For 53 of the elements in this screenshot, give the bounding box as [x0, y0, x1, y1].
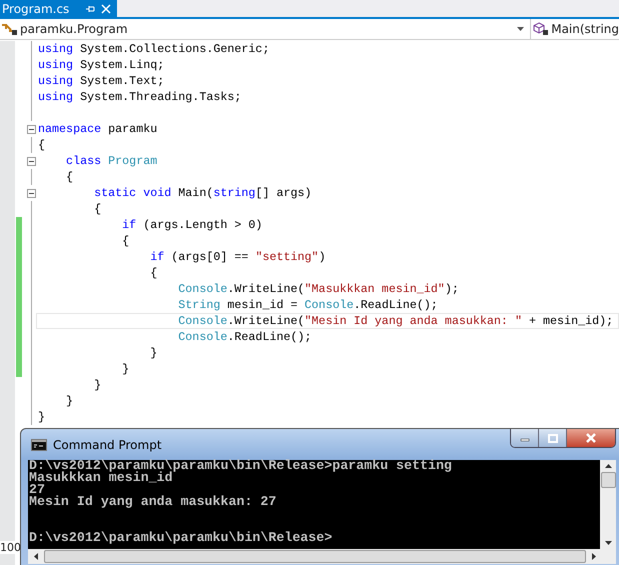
minimize-button[interactable] — [511, 429, 539, 447]
console-prompt: D:\vs2012\paramku\paramku\bin\Release> — [29, 532, 334, 544]
caret-icon — [517, 27, 524, 31]
window-title: Command Prompt — [53, 438, 163, 452]
scrollbar-thumb[interactable] — [44, 550, 586, 563]
code-line: { — [149, 265, 158, 281]
collapse-icon[interactable] — [27, 156, 36, 166]
code-line: } — [149, 345, 158, 361]
vertical-scrollbar[interactable] — [600, 460, 616, 549]
code-line: using System.Collections.Generic; — [37, 41, 270, 57]
close-icon[interactable] — [101, 4, 112, 14]
code-line: } — [37, 409, 46, 425]
code-line: { — [37, 137, 46, 153]
collapse-icon[interactable] — [27, 124, 36, 134]
code-line: using System.Linq; — [37, 57, 166, 73]
class-icon — [0, 22, 18, 36]
code-line: } — [121, 361, 130, 377]
maximize-icon — [548, 434, 558, 442]
code-line: { — [65, 169, 74, 185]
code-line: Console.WriteLine("Masukkkan mesin_id"); — [177, 281, 460, 297]
collapse-icon[interactable] — [27, 188, 36, 198]
close-button[interactable] — [567, 429, 615, 447]
code-line: { — [93, 201, 102, 217]
scroll-left-arrow-icon[interactable] — [34, 553, 38, 560]
scroll-up-arrow-icon[interactable] — [604, 464, 612, 468]
code-line: static void Main(string[] args) — [93, 185, 313, 201]
code-line: } — [93, 377, 102, 393]
cube-icon — [533, 22, 550, 36]
code-line: } — [65, 393, 74, 409]
console-line: D:\vs2012\paramku\paramku\bin\Release>paramku setting — [29, 460, 453, 472]
code-line: using System.Text; — [37, 73, 166, 89]
maximize-button[interactable] — [539, 429, 567, 447]
pin-icon[interactable] — [85, 4, 96, 14]
console-line: Mesin Id yang anda masukkan: 27 — [29, 496, 278, 508]
code-line: class Program — [65, 153, 158, 169]
type-dropdown[interactable]: paramku.Program — [0, 19, 532, 39]
scroll-right-arrow-icon[interactable] — [592, 553, 596, 560]
code-line: if (args.Length > 0) — [121, 217, 264, 233]
scroll-down-arrow-icon[interactable] — [604, 541, 612, 545]
close-icon — [585, 433, 597, 443]
console-icon — [31, 438, 47, 450]
code-line: { — [121, 233, 130, 249]
code-line: namespace paramku — [37, 121, 158, 137]
member-dropdown[interactable]: Main(string — [531, 19, 619, 39]
document-tab[interactable]: Program.cs — [0, 0, 118, 17]
code-line: Console.ReadLine(); — [177, 329, 313, 345]
code-line: String mesin_id = Console.ReadLine(); — [177, 297, 439, 313]
console-line: 27 — [29, 484, 45, 496]
scrollbar-thumb[interactable] — [600, 472, 616, 488]
horizontal-scrollbar[interactable] — [28, 549, 616, 564]
code-line: if (args[0] == "setting") — [149, 249, 327, 265]
code-line: using System.Threading.Tasks; — [37, 89, 242, 105]
console-line: Masukkkan mesin_id — [29, 472, 173, 484]
